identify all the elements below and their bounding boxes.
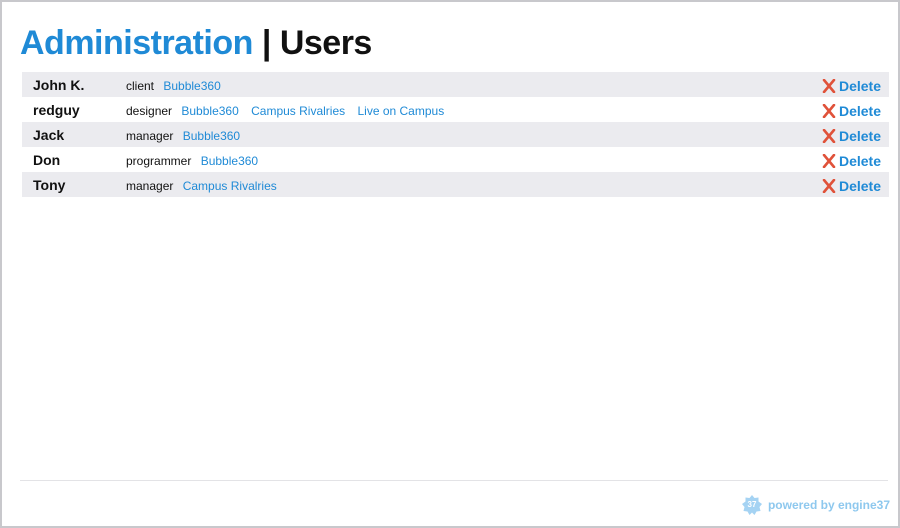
delete-button[interactable]: Delete xyxy=(822,78,881,94)
project-link[interactable]: Campus Rivalries xyxy=(251,104,345,118)
user-meta: programmer Bubble360 xyxy=(126,154,267,168)
delete-label: Delete xyxy=(838,78,881,94)
user-meta: designer Bubble360 Campus Rivalries Live… xyxy=(126,104,453,118)
user-name: Jack xyxy=(33,127,65,143)
project-link[interactable]: Bubble360 xyxy=(183,129,240,143)
x-icon xyxy=(822,154,836,168)
x-icon xyxy=(822,79,836,93)
title-section[interactable]: Administration xyxy=(20,24,253,62)
users-table: John K. client Bubble360 Delete redguy d… xyxy=(22,72,889,197)
delete-button[interactable]: Delete xyxy=(822,103,881,119)
x-icon xyxy=(822,129,836,143)
delete-label: Delete xyxy=(838,178,881,194)
user-name: Tony xyxy=(33,177,66,193)
title-page: Users xyxy=(279,24,373,62)
engine37-badge-icon: 37 xyxy=(741,495,762,515)
project-link[interactable]: Bubble360 xyxy=(163,79,220,93)
delete-label: Delete xyxy=(838,103,881,119)
delete-button[interactable]: Delete xyxy=(822,178,881,194)
title-separator: | xyxy=(261,24,272,62)
table-row: John K. client Bubble360 Delete xyxy=(22,72,889,97)
page-title: Administration | Users xyxy=(20,22,372,64)
user-role: programmer xyxy=(126,154,192,168)
x-icon xyxy=(822,104,836,118)
user-role: manager xyxy=(126,129,174,143)
user-role: client xyxy=(126,79,155,93)
delete-label: Delete xyxy=(838,153,881,169)
project-link[interactable]: Campus Rivalries xyxy=(183,179,277,193)
table-row: Jack manager Bubble360 Delete xyxy=(22,122,889,147)
powered-by-link[interactable]: 37 powered by engine37 xyxy=(741,495,890,515)
footer-divider xyxy=(20,480,888,481)
app-window: Administration | Users John K. client Bu… xyxy=(0,0,900,528)
user-meta: manager Campus Rivalries xyxy=(126,179,286,193)
project-link[interactable]: Live on Campus xyxy=(357,104,444,118)
delete-button[interactable]: Delete xyxy=(822,128,881,144)
delete-button[interactable]: Delete xyxy=(822,153,881,169)
table-row: redguy designer Bubble360 Campus Rivalri… xyxy=(22,97,889,122)
powered-text: powered by engine37 xyxy=(767,498,890,512)
delete-label: Delete xyxy=(838,128,881,144)
user-role: manager xyxy=(126,179,174,193)
user-meta: client Bubble360 xyxy=(126,79,230,93)
table-row: Don programmer Bubble360 Delete xyxy=(22,147,889,172)
user-role: designer xyxy=(126,104,173,118)
user-meta: manager Bubble360 xyxy=(126,129,249,143)
user-name: John K. xyxy=(33,77,85,93)
user-name: redguy xyxy=(33,102,80,118)
table-row: Tony manager Campus Rivalries Delete xyxy=(22,172,889,197)
project-link[interactable]: Bubble360 xyxy=(181,104,238,118)
user-name: Don xyxy=(33,152,61,168)
x-icon xyxy=(822,179,836,193)
project-link[interactable]: Bubble360 xyxy=(201,154,258,168)
badge-text: 37 xyxy=(747,500,757,509)
